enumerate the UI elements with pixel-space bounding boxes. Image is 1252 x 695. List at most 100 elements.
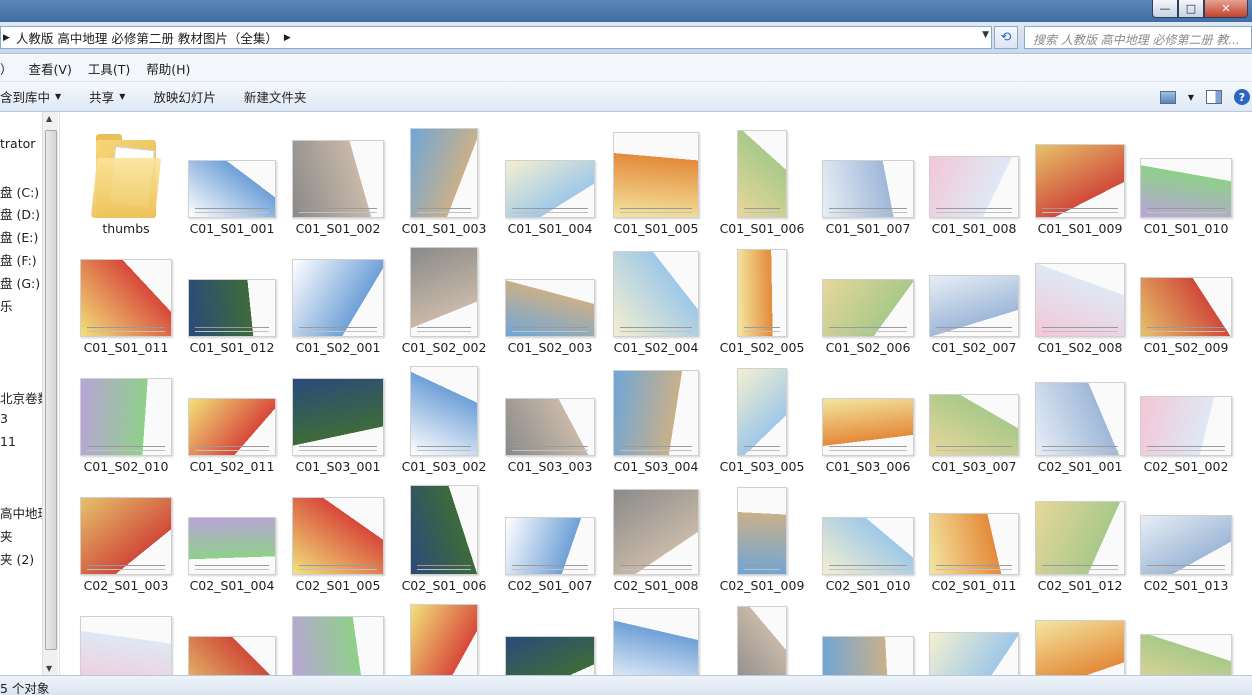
nav-item[interactable]: trator bbox=[0, 136, 35, 151]
refresh-button[interactable]: ⟲ bbox=[994, 26, 1018, 49]
address-dropdown-icon[interactable]: ▼ bbox=[982, 30, 989, 40]
help-icon[interactable]: ? bbox=[1234, 89, 1250, 105]
file-item[interactable] bbox=[816, 594, 920, 675]
file-item[interactable]: C01_S01_003 bbox=[392, 118, 496, 236]
file-item[interactable]: C02_S01_012 bbox=[1028, 475, 1132, 593]
file-item[interactable]: C01_S03_002 bbox=[392, 356, 496, 474]
file-item[interactable]: C02_S01_004 bbox=[180, 475, 284, 593]
file-item[interactable]: C01_S01_006 bbox=[710, 118, 814, 236]
file-item[interactable] bbox=[74, 594, 178, 675]
file-item[interactable]: C02_S01_008 bbox=[604, 475, 708, 593]
file-item[interactable]: C02_S01_011 bbox=[922, 475, 1026, 593]
preview-pane-icon[interactable] bbox=[1206, 90, 1222, 104]
menu-tools[interactable]: 工具(T) bbox=[80, 59, 138, 78]
maximize-button[interactable]: □ bbox=[1178, 0, 1204, 18]
file-item[interactable]: C02_S01_013 bbox=[1134, 475, 1238, 593]
address-bar[interactable]: ▶ 人教版 高中地理 必修第二册 教材图片（全集） ▶ ▼ bbox=[0, 26, 992, 49]
image-thumbnail bbox=[188, 160, 276, 218]
nav-item[interactable]: 夹 (2) bbox=[0, 549, 34, 568]
file-item[interactable]: C01_S02_009 bbox=[1134, 237, 1238, 355]
file-item[interactable] bbox=[604, 594, 708, 675]
file-item[interactable]: C01_S01_012 bbox=[180, 237, 284, 355]
file-name: C01_S01_011 bbox=[83, 340, 169, 355]
minimize-button[interactable]: — bbox=[1152, 0, 1178, 18]
file-name: C01_S02_003 bbox=[507, 340, 593, 355]
menu-help[interactable]: 帮助(H) bbox=[138, 59, 198, 78]
scroll-down-icon[interactable]: ▼ bbox=[46, 664, 52, 673]
close-button[interactable]: ✕ bbox=[1204, 0, 1248, 18]
scroll-up-icon[interactable]: ▲ bbox=[46, 114, 52, 123]
chevron-down-icon: ▼ bbox=[119, 92, 126, 101]
file-item[interactable]: C01_S01_004 bbox=[498, 118, 602, 236]
file-item[interactable]: C02_S01_005 bbox=[286, 475, 390, 593]
file-item[interactable]: C02_S01_010 bbox=[816, 475, 920, 593]
file-item[interactable]: C01_S01_001 bbox=[180, 118, 284, 236]
file-item[interactable] bbox=[1028, 594, 1132, 675]
file-item[interactable]: C01_S02_011 bbox=[180, 356, 284, 474]
file-item[interactable]: C01_S02_006 bbox=[816, 237, 920, 355]
breadcrumb-chevron-icon[interactable]: ▶ bbox=[284, 33, 291, 43]
file-item[interactable]: C01_S03_006 bbox=[816, 356, 920, 474]
file-item[interactable]: C01_S03_004 bbox=[604, 356, 708, 474]
nav-item[interactable]: 3 bbox=[0, 411, 8, 426]
file-item[interactable]: C01_S03_003 bbox=[498, 356, 602, 474]
file-item[interactable]: C01_S02_003 bbox=[498, 237, 602, 355]
folder-item[interactable]: thumbs bbox=[74, 118, 178, 236]
nav-scrollbar[interactable]: ▲ ▼ bbox=[42, 112, 58, 675]
slideshow-button[interactable]: 放映幻灯片 bbox=[139, 87, 230, 106]
nav-item[interactable]: 盘 (C:) bbox=[0, 182, 39, 201]
file-item[interactable]: C01_S02_004 bbox=[604, 237, 708, 355]
share-button[interactable]: 共享 ▼ bbox=[75, 87, 139, 106]
file-item[interactable] bbox=[180, 594, 284, 675]
file-item[interactable]: C01_S02_008 bbox=[1028, 237, 1132, 355]
file-item[interactable]: C01_S02_005 bbox=[710, 237, 814, 355]
nav-item[interactable]: 盘 (E:) bbox=[0, 227, 38, 246]
file-item[interactable]: C01_S02_002 bbox=[392, 237, 496, 355]
file-item[interactable]: C01_S01_009 bbox=[1028, 118, 1132, 236]
file-item[interactable]: C01_S03_007 bbox=[922, 356, 1026, 474]
image-thumbnail bbox=[188, 279, 276, 337]
file-item[interactable] bbox=[922, 594, 1026, 675]
file-item[interactable] bbox=[710, 594, 814, 675]
file-item[interactable]: C01_S02_010 bbox=[74, 356, 178, 474]
file-item[interactable]: C01_S03_001 bbox=[286, 356, 390, 474]
file-item[interactable] bbox=[286, 594, 390, 675]
nav-item[interactable]: 11 bbox=[0, 434, 16, 449]
file-item[interactable] bbox=[1134, 594, 1238, 675]
file-item[interactable]: C02_S01_009 bbox=[710, 475, 814, 593]
file-item[interactable]: C02_S01_007 bbox=[498, 475, 602, 593]
file-item[interactable]: C01_S01_010 bbox=[1134, 118, 1238, 236]
search-input[interactable]: 搜索 人教版 高中地理 必修第二册 教... bbox=[1024, 26, 1252, 49]
nav-item[interactable]: 盘 (D:) bbox=[0, 204, 40, 223]
file-item[interactable]: C01_S01_005 bbox=[604, 118, 708, 236]
breadcrumb-current[interactable]: 人教版 高中地理 必修第二册 教材图片（全集） bbox=[16, 28, 278, 47]
nav-item[interactable]: 盘 (F:) bbox=[0, 250, 37, 269]
chevron-down-icon[interactable]: ▼ bbox=[1188, 93, 1194, 102]
include-in-library-button[interactable]: 含到库中 ▼ bbox=[0, 87, 75, 106]
file-item[interactable]: C02_S01_006 bbox=[392, 475, 496, 593]
file-name: C02_S01_007 bbox=[507, 578, 593, 593]
file-item[interactable] bbox=[498, 594, 602, 675]
nav-scroll-thumb[interactable] bbox=[45, 130, 57, 650]
file-item[interactable]: C01_S02_007 bbox=[922, 237, 1026, 355]
file-item[interactable]: C01_S01_007 bbox=[816, 118, 920, 236]
file-item[interactable]: C01_S01_011 bbox=[74, 237, 178, 355]
menu-edit[interactable]: ） bbox=[0, 59, 21, 78]
menu-view[interactable]: 查看(V) bbox=[21, 59, 80, 78]
breadcrumb-chevron-icon[interactable]: ▶ bbox=[3, 33, 10, 43]
file-item[interactable]: C02_S01_001 bbox=[1028, 356, 1132, 474]
new-folder-button[interactable]: 新建文件夹 bbox=[230, 87, 321, 106]
navigation-pane: trator 盘 (C:) 盘 (D:) 盘 (E:) 盘 (F:) 盘 (G:) 乐北京卷… bbox=[0, 112, 60, 675]
file-item[interactable]: C02_S01_002 bbox=[1134, 356, 1238, 474]
file-item[interactable]: C01_S01_008 bbox=[922, 118, 1026, 236]
file-item[interactable]: C01_S03_005 bbox=[710, 356, 814, 474]
nav-item[interactable]: 乐 bbox=[0, 296, 13, 315]
change-view-icon[interactable] bbox=[1159, 90, 1176, 104]
file-item[interactable]: C01_S02_001 bbox=[286, 237, 390, 355]
file-item[interactable] bbox=[392, 594, 496, 675]
file-item[interactable]: C02_S01_003 bbox=[74, 475, 178, 593]
file-item[interactable]: C01_S01_002 bbox=[286, 118, 390, 236]
file-name: C01_S01_008 bbox=[931, 221, 1017, 236]
nav-item[interactable]: 夹 bbox=[0, 526, 13, 545]
nav-item[interactable]: 盘 (G:) bbox=[0, 273, 40, 292]
